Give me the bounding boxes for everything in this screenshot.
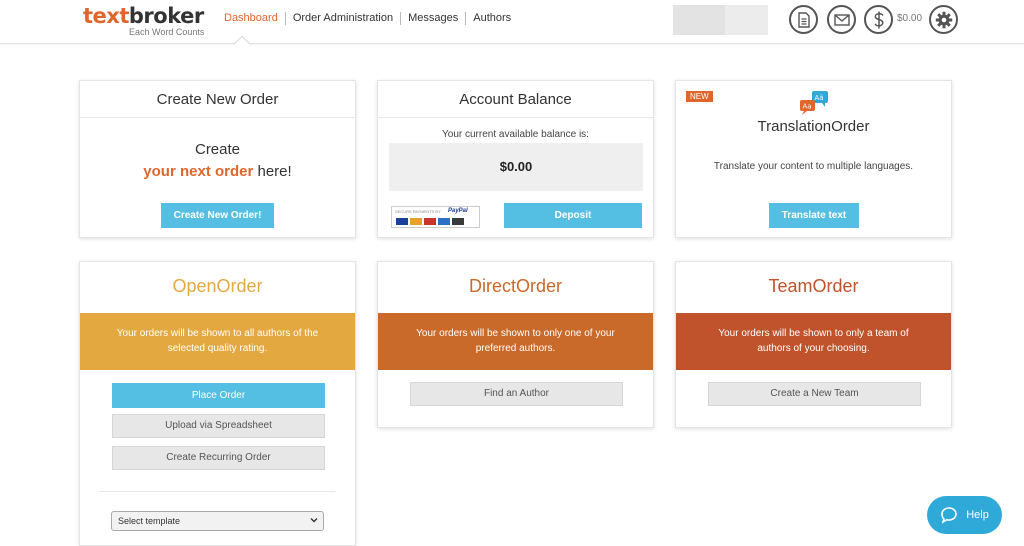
open-order-description: Your orders will be shown to all authors… bbox=[80, 313, 355, 370]
find-author-button[interactable]: Find an Author bbox=[410, 382, 623, 406]
create-recurring-order-button[interactable]: Create Recurring Order bbox=[112, 446, 325, 470]
template-select[interactable]: Select template bbox=[111, 511, 324, 531]
create-new-order-button[interactable]: Create New Order! bbox=[161, 203, 274, 228]
maestro-logo-icon bbox=[424, 218, 436, 225]
nav-dashboard[interactable]: Dashboard bbox=[222, 12, 285, 25]
translation-title: TranslationOrder bbox=[757, 118, 870, 135]
divider bbox=[100, 491, 335, 492]
create-order-line1: Create bbox=[194, 141, 241, 158]
amex-logo-icon bbox=[438, 218, 450, 225]
deposit-button[interactable]: Deposit bbox=[504, 203, 642, 228]
divider bbox=[80, 117, 355, 118]
upload-spreadsheet-button[interactable]: Upload via Spreadsheet bbox=[112, 414, 325, 438]
help-label: Help bbox=[966, 509, 989, 521]
card-logos bbox=[396, 218, 464, 225]
dollar-icon[interactable] bbox=[864, 5, 893, 34]
logo-part-text: text bbox=[83, 4, 129, 28]
help-button[interactable]: Help bbox=[927, 496, 1002, 534]
logo-tagline: Each Word Counts bbox=[129, 27, 205, 37]
divider bbox=[378, 117, 653, 118]
top-bar: textbroker Each Word Counts Dashboard Or… bbox=[0, 0, 1024, 44]
main-nav: Dashboard Order Administration Messages … bbox=[222, 12, 518, 25]
logo-part-broker: broker bbox=[128, 4, 204, 28]
direct-order-description: Your orders will be shown to only one of… bbox=[378, 313, 653, 370]
user-account-blurred[interactable] bbox=[673, 5, 768, 35]
document-icon[interactable] bbox=[789, 5, 818, 34]
create-order-line2: your next order here! bbox=[80, 163, 355, 180]
balance-box: $0.00 bbox=[389, 143, 643, 191]
team-order-title: TeamOrder bbox=[768, 276, 859, 296]
logo-wordmark: textbroker bbox=[83, 4, 208, 28]
nav-order-administration[interactable]: Order Administration bbox=[284, 12, 400, 25]
create-order-line2-rest: here! bbox=[253, 163, 292, 180]
chat-bubble-icon bbox=[941, 507, 957, 524]
translation-order-card: NEW Aä Aa TranslationOrder Translate your… bbox=[675, 80, 952, 238]
translation-description: Translate your content to multiple langu… bbox=[713, 161, 914, 172]
chevron-down-icon bbox=[310, 518, 318, 523]
paypal-badge: SECURE PAYMENTS BY PayPal bbox=[391, 206, 480, 228]
mail-icon[interactable] bbox=[827, 5, 856, 34]
create-order-highlight: your next order bbox=[143, 163, 254, 180]
create-order-card: Create New Order Create your next order … bbox=[79, 80, 356, 238]
visa-logo-icon bbox=[396, 218, 408, 225]
team-order-card: TeamOrder Your orders will be shown to o… bbox=[675, 261, 952, 428]
bank-logo-icon bbox=[452, 218, 464, 225]
svg-text:Aa: Aa bbox=[803, 103, 812, 111]
direct-order-card: DirectOrder Your orders will be shown to… bbox=[377, 261, 654, 428]
mastercard-logo-icon bbox=[410, 218, 422, 225]
direct-order-title: DirectOrder bbox=[468, 276, 562, 296]
translate-text-button[interactable]: Translate text bbox=[769, 203, 859, 228]
new-badge: NEW bbox=[686, 91, 713, 102]
svg-text:Aä: Aä bbox=[815, 94, 824, 102]
paypal-secure-label: SECURE PAYMENTS BY bbox=[395, 209, 441, 214]
paypal-brand: PayPal bbox=[448, 208, 468, 214]
translation-icon: Aä Aa bbox=[800, 91, 830, 115]
balance-amount: $0.00 bbox=[499, 159, 533, 174]
header-balance: $0.00 bbox=[897, 13, 923, 24]
team-order-description: Your orders will be shown to only a team… bbox=[676, 313, 951, 370]
create-new-team-button[interactable]: Create a New Team bbox=[708, 382, 921, 406]
balance-subtitle: Your current available balance is: bbox=[442, 129, 589, 140]
account-balance-card: Account Balance Your current available b… bbox=[377, 80, 654, 238]
create-order-title: Create New Order bbox=[156, 91, 279, 108]
nav-messages[interactable]: Messages bbox=[400, 12, 465, 25]
account-balance-title: Account Balance bbox=[459, 91, 572, 108]
textbroker-logo[interactable]: textbroker Each Word Counts bbox=[83, 4, 208, 38]
template-select-value: Select template bbox=[118, 516, 181, 526]
open-order-card: OpenOrder Your orders will be shown to a… bbox=[79, 261, 356, 546]
open-order-title: OpenOrder bbox=[172, 276, 263, 296]
nav-authors[interactable]: Authors bbox=[465, 12, 518, 25]
place-order-button[interactable]: Place Order bbox=[112, 383, 325, 408]
gear-icon[interactable] bbox=[929, 5, 958, 34]
